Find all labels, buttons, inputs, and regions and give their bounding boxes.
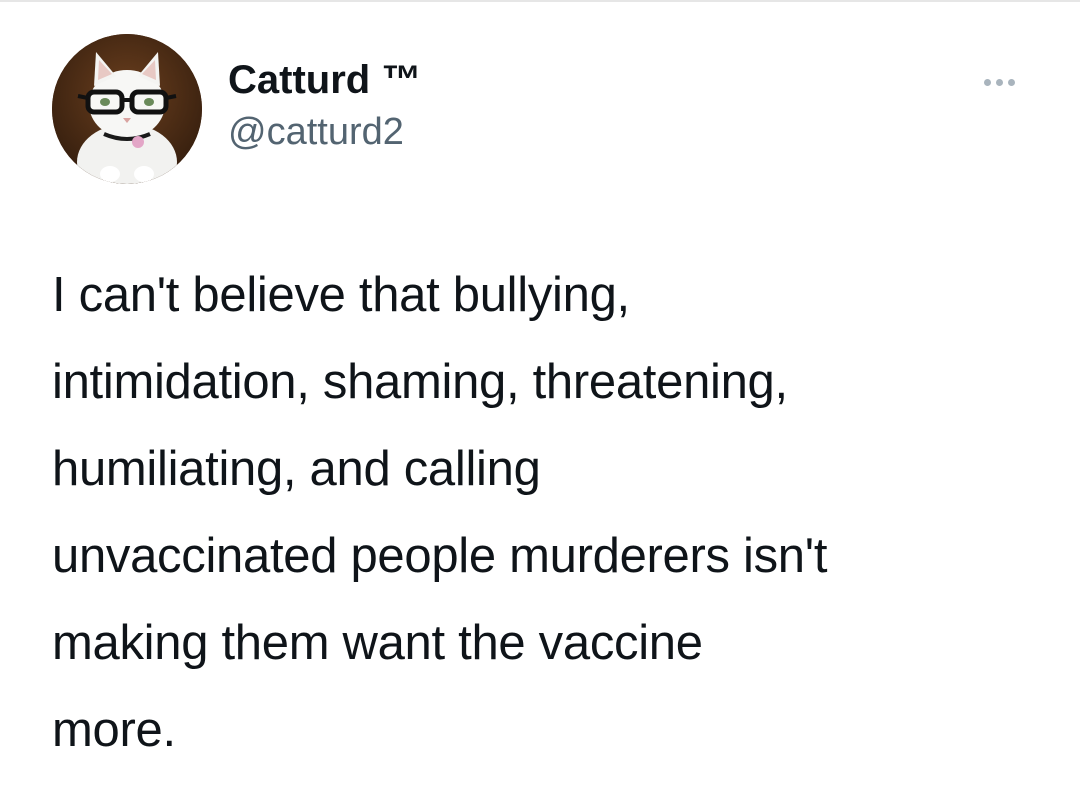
more-options-icon[interactable] — [978, 70, 1022, 94]
menu-dot — [984, 79, 991, 86]
author-names: Catturd ™ @catturd2 — [228, 54, 421, 158]
tweet-text: I can't believe that bullying, intimidat… — [52, 268, 828, 757]
menu-dot — [1008, 79, 1015, 86]
cat-avatar-icon — [52, 34, 202, 184]
user-handle[interactable]: @catturd2 — [228, 106, 421, 158]
menu-dot — [996, 79, 1003, 86]
display-name[interactable]: Catturd ™ — [228, 54, 421, 106]
tweet-header: Catturd ™ @catturd2 — [52, 34, 1032, 184]
avatar[interactable] — [52, 34, 202, 184]
top-divider — [0, 0, 1080, 2]
